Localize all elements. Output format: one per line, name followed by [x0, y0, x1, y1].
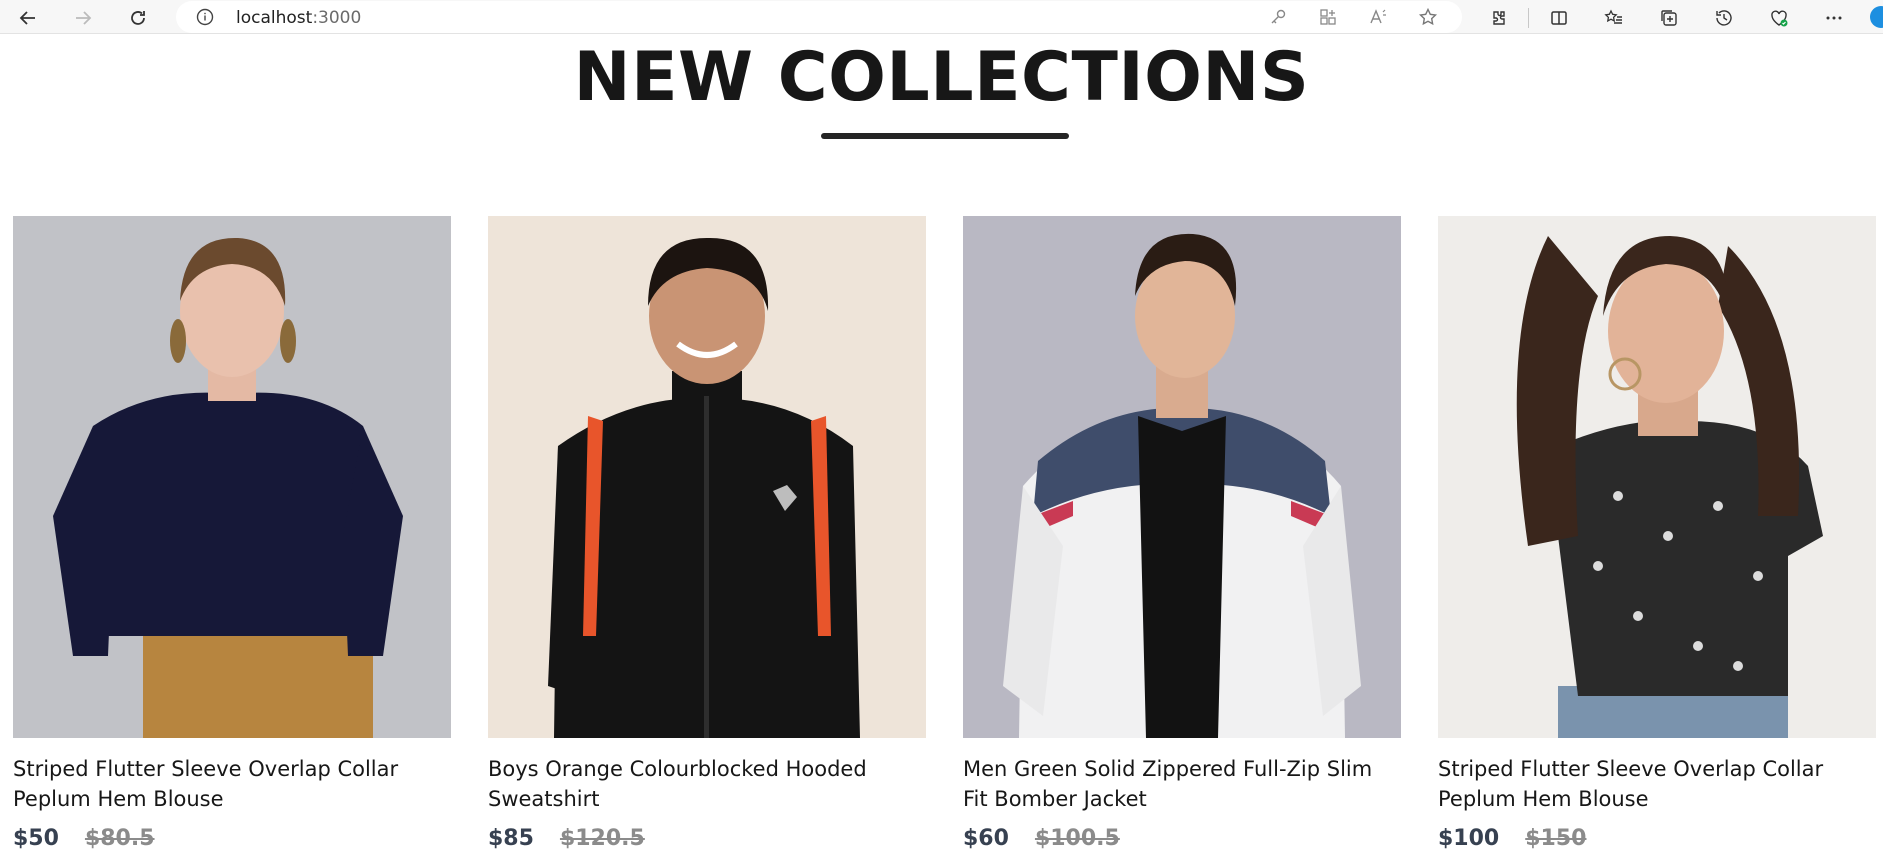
- browser-essentials-icon[interactable]: [1765, 4, 1793, 32]
- key-icon[interactable]: [1268, 7, 1288, 27]
- history-icon[interactable]: [1710, 4, 1738, 32]
- page-content: NEW COLLECTIONS Striped Flutter Sleeve O…: [0, 34, 1883, 867]
- product-prices: $100 $150: [1438, 826, 1876, 851]
- product-name[interactable]: Striped Flutter Sleeve Overlap Collar Pe…: [13, 754, 451, 814]
- product-new-price: $50: [13, 826, 59, 851]
- product-name[interactable]: Boys Orange Colourblocked Hooded Sweatsh…: [488, 754, 926, 814]
- section-title: NEW COLLECTIONS: [573, 38, 1310, 117]
- refresh-icon[interactable]: [124, 4, 152, 32]
- favorite-star-icon[interactable]: [1418, 7, 1438, 27]
- product-new-price: $85: [488, 826, 534, 851]
- site-info-icon[interactable]: [196, 8, 214, 26]
- url-host: localhost: [236, 8, 313, 28]
- title-underline: [821, 133, 1069, 139]
- collections-icon[interactable]: [1655, 4, 1683, 32]
- url-text[interactable]: localhost:3000: [236, 8, 361, 28]
- product-prices: $60 $100.5: [963, 826, 1401, 851]
- product-image[interactable]: [488, 216, 926, 738]
- url-port: :3000: [312, 8, 362, 28]
- product-old-price: $150: [1525, 826, 1587, 851]
- toolbar-separator: [1528, 8, 1529, 28]
- back-arrow-icon[interactable]: [14, 4, 42, 32]
- extensions-icon[interactable]: [1484, 4, 1512, 32]
- browser-toolbar: localhost:3000: [0, 0, 1883, 34]
- product-card[interactable]: Striped Flutter Sleeve Overlap Collar Pe…: [13, 216, 451, 851]
- copilot-icon[interactable]: [1870, 6, 1883, 28]
- product-prices: $50 $80.5: [13, 826, 451, 851]
- product-new-price: $60: [963, 826, 1009, 851]
- more-options-icon[interactable]: [1820, 4, 1848, 32]
- product-image[interactable]: [13, 216, 451, 738]
- product-old-price: $100.5: [1034, 826, 1120, 851]
- product-card[interactable]: Striped Flutter Sleeve Overlap Collar Pe…: [1438, 216, 1876, 851]
- favorites-list-icon[interactable]: [1600, 4, 1628, 32]
- read-aloud-icon[interactable]: [1368, 7, 1388, 27]
- forward-arrow-icon[interactable]: [69, 4, 97, 32]
- product-new-price: $100: [1438, 826, 1500, 851]
- product-name[interactable]: Striped Flutter Sleeve Overlap Collar Pe…: [1438, 754, 1876, 814]
- product-image[interactable]: [963, 216, 1401, 738]
- app-grid-icon[interactable]: [1318, 7, 1338, 27]
- product-prices: $85 $120.5: [488, 826, 926, 851]
- product-card[interactable]: Men Green Solid Zippered Full-Zip Slim F…: [963, 216, 1401, 851]
- product-card[interactable]: Boys Orange Colourblocked Hooded Sweatsh…: [488, 216, 926, 851]
- product-image[interactable]: [1438, 216, 1876, 738]
- address-bar[interactable]: localhost:3000: [176, 1, 1462, 33]
- split-screen-icon[interactable]: [1545, 4, 1573, 32]
- product-old-price: $80.5: [84, 826, 155, 851]
- product-name[interactable]: Men Green Solid Zippered Full-Zip Slim F…: [963, 754, 1401, 814]
- product-old-price: $120.5: [559, 826, 645, 851]
